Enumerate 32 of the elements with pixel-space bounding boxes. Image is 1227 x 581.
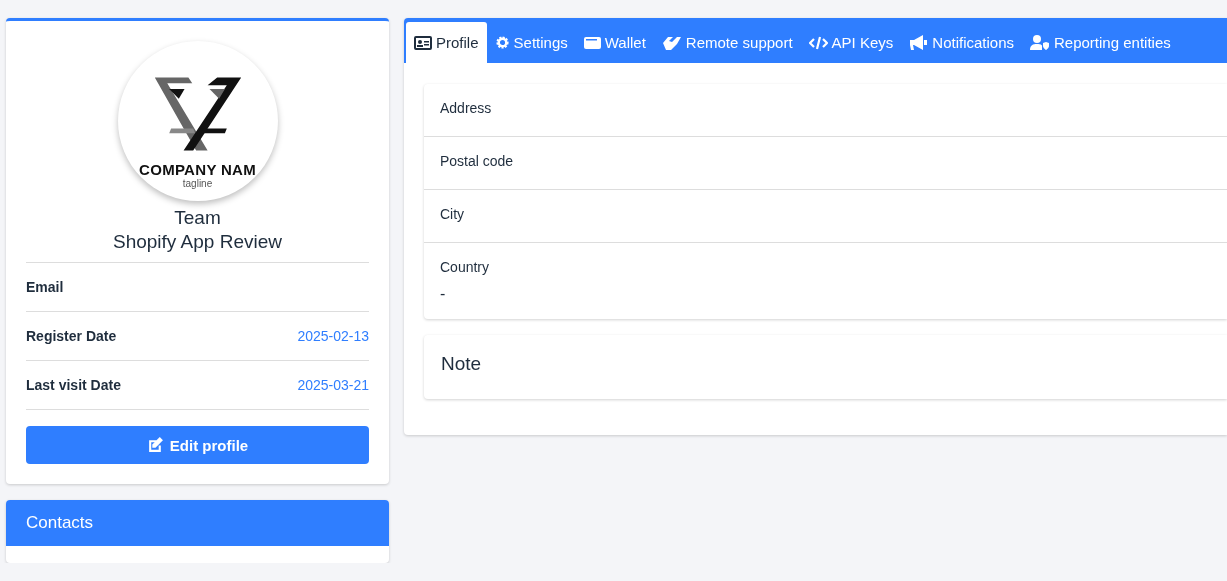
team-label: Team bbox=[174, 207, 221, 229]
detail-label: Last visit Date bbox=[26, 377, 121, 393]
field-value: - bbox=[440, 285, 447, 303]
tab[interactable]: Notifications bbox=[901, 22, 1022, 63]
detail-value: 2025-02-13 bbox=[297, 328, 369, 344]
wallet-icon bbox=[583, 35, 601, 50]
detail-label: Email bbox=[26, 279, 64, 295]
handshake-icon bbox=[661, 35, 682, 50]
tab[interactable]: Settings bbox=[486, 22, 576, 63]
gear-icon bbox=[494, 35, 510, 50]
contacts-title: Contacts bbox=[26, 513, 94, 532]
id-card-icon bbox=[414, 35, 432, 50]
edit-profile-button[interactable]: Edit profile bbox=[26, 426, 369, 464]
field-label: City bbox=[440, 206, 466, 222]
field-label: Postal code bbox=[440, 153, 515, 169]
code-icon bbox=[808, 35, 828, 50]
edit-icon bbox=[146, 436, 164, 454]
user-name: Shopify App Review bbox=[113, 231, 282, 254]
note-title: Note bbox=[441, 353, 482, 374]
logo-name: COMPANY NAM bbox=[139, 161, 256, 178]
field-label: Address bbox=[440, 100, 493, 116]
tab[interactable]: API Keys bbox=[800, 22, 902, 63]
tab[interactable]: Remote support bbox=[653, 22, 801, 63]
tab[interactable]: Profile bbox=[406, 22, 487, 63]
logo-tagline: tagline bbox=[182, 178, 213, 189]
user-shield-icon bbox=[1030, 35, 1050, 50]
tab[interactable]: Reporting entities bbox=[1022, 22, 1179, 63]
tab[interactable]: Wallet bbox=[575, 22, 654, 63]
detail-label: Register Date bbox=[26, 328, 117, 344]
field-label: Country bbox=[440, 259, 491, 275]
detail-value: 2025-03-21 bbox=[297, 377, 369, 393]
megaphone-icon bbox=[909, 35, 929, 50]
